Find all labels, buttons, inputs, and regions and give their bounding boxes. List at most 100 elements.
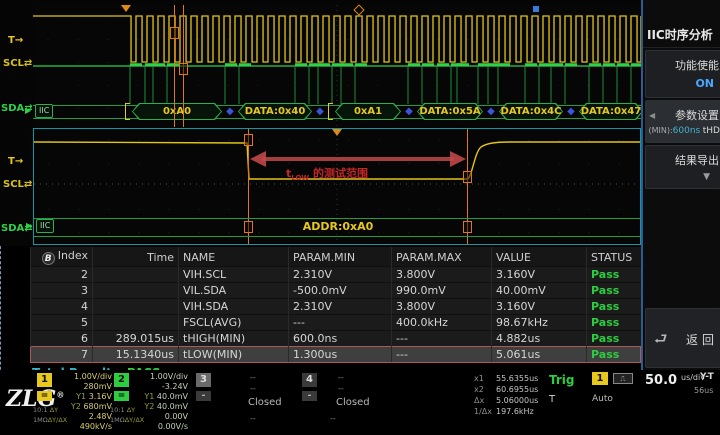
b-cursor-badge: B — [42, 252, 55, 265]
table-row[interactable]: 2VIH.SCL2.310V3.800V3.160VPass — [31, 267, 641, 283]
cell-time — [93, 283, 179, 299]
ch4-state: Closed — [336, 397, 370, 408]
cell-index: 7 — [31, 347, 93, 363]
reference-marker-icon[interactable] — [533, 6, 539, 12]
menu-item-enable[interactable]: 功能使能 ON — [645, 50, 720, 98]
ch1-badge[interactable]: 1 — [37, 373, 52, 387]
cell-value: 40.00mV — [492, 283, 587, 299]
table-row[interactable]: 715.1340ustLOW(MIN)1.300us---5.061usPass — [31, 347, 641, 363]
table-row[interactable]: 4VIH.SDA2.310V3.800V3.160VPass — [31, 299, 641, 315]
cell-index: 5 — [31, 315, 93, 331]
table-header-row: BIndexTimeNAMEPARAM.MINPARAM.MAXVALUESTA… — [31, 247, 641, 267]
menu-item-params[interactable]: ◀ 参数设置 (MIN):600ns tHD — [645, 100, 720, 143]
cell-index: 6 — [31, 331, 93, 347]
oscilloscope-screen: T→ SCL⇄ SDA⇄ T→ SCL⇄ SDA⇄ ▶ IIC 0xA0◆DAT… — [0, 0, 720, 435]
trigger-position-icon[interactable] — [121, 5, 131, 12]
return-arrow-icon: ⮐ — [654, 329, 668, 354]
ch3-dash: -- — [250, 373, 256, 382]
results-table-area: BIndexTimeNAMEPARAM.MINPARAM.MAXVALUESTA… — [30, 247, 642, 380]
timebase-scale[interactable]: 50.0 — [645, 373, 677, 388]
iic-menu-panel: IIC时序分析 功能使能 ON ◀ 参数设置 (MIN):600ns tHD 结… — [643, 0, 720, 372]
cell-index: 3 — [31, 283, 93, 299]
export-label: 结果导出 — [646, 146, 720, 170]
trigger-status[interactable]: Trig — [549, 373, 575, 387]
enable-label: 功能使能 — [646, 51, 720, 75]
ch3-badge[interactable]: 3 — [196, 373, 211, 387]
back-button[interactable]: ⮐ 返回 — [645, 308, 720, 368]
back-label: 返回 — [686, 331, 718, 348]
ch3-dash: -- — [250, 384, 256, 393]
decode-segment[interactable]: 0xA1 — [335, 103, 401, 120]
ch4-dash: -- — [330, 414, 336, 423]
cell-time — [93, 267, 179, 283]
enable-value: ON — [646, 75, 720, 97]
bus-arrow-icon: ▶ — [25, 106, 31, 115]
cursor-handle[interactable] — [463, 171, 472, 183]
cell-name: FSCL(AVG) — [179, 315, 289, 331]
tlow-test-range-note: tLOW 的测试范围 — [286, 165, 368, 182]
cell-time: 289.015us — [93, 331, 179, 347]
table-body[interactable]: 2VIH.SCL2.310V3.800V3.160VPass3VIL.SDA-5… — [31, 267, 641, 363]
decode-segment[interactable]: 0xA0 — [132, 103, 222, 120]
cell-min: 600.0ns — [289, 331, 392, 347]
cell-status: Pass — [587, 331, 641, 347]
decode-segment-label: DATA:0x40 — [238, 103, 312, 120]
iic-decode-bus: ▶ IIC 0xA0◆DATA:0x40◆0xA1◆DATA:0x5A◆DATA… — [33, 101, 641, 123]
cursor-handle[interactable] — [244, 134, 253, 146]
cell-time — [93, 299, 179, 315]
cell-max: 400.0kHz — [392, 315, 492, 331]
cell-value: 4.882us — [492, 331, 587, 347]
decode-segment-label: 0xA0 — [132, 103, 222, 120]
ch4-coupling-icon: - — [302, 391, 317, 401]
trigger-mode: Auto — [592, 394, 613, 404]
cell-status: Pass — [587, 347, 641, 363]
ch2-readout: 1.00V/div-3.24V Y1 40.0mV Y2 40.0mV 0.00… — [130, 372, 188, 432]
decode-segment[interactable]: DATA:0x4C — [499, 103, 563, 120]
trigger-marker-label-1: T→ — [8, 35, 23, 46]
trigger-position-icon[interactable] — [332, 129, 342, 136]
cursor-x1-line[interactable] — [174, 5, 175, 127]
iic-addr-bus: ▶ IIC ADDR:0xA0 — [34, 217, 642, 239]
ch1-coupling-icon: = — [37, 391, 52, 401]
ch2-coupling-icon: = — [114, 391, 129, 401]
table-row[interactable]: 5FSCL(AVG)---400.0kHz98.67kHzPass — [31, 315, 641, 331]
cell-name: VIH.SCL — [179, 267, 289, 283]
cursor-handle[interactable] — [179, 63, 188, 75]
decode-segment[interactable]: DATA:0x5A — [417, 103, 483, 120]
column-header: PARAM.MIN — [289, 247, 392, 267]
cell-time — [93, 315, 179, 331]
decode-segment[interactable]: DATA:0x47 — [579, 103, 643, 120]
ack-diamond-icon: ◆ — [315, 106, 325, 117]
cell-min: 2.310V — [289, 299, 392, 315]
cell-value: 3.160V — [492, 299, 587, 315]
timing-results-table[interactable]: BIndexTimeNAMEPARAM.MINPARAM.MAXVALUESTA… — [30, 247, 641, 363]
trigger-source-badge[interactable]: 1 — [592, 372, 608, 385]
status-bar: ZLG® 1 = 10:1 ΔY 1MΩΔY/ΔX 1.00V/div280mV… — [0, 370, 720, 435]
trigger-marker-label-2: T→ — [8, 156, 23, 167]
ack-diamond-icon: ◆ — [486, 106, 496, 117]
cell-name: tHIGH(MIN) — [179, 331, 289, 347]
cell-value: 3.160V — [492, 267, 587, 283]
cell-max: 3.800V — [392, 299, 492, 315]
params-label: 参数设置 — [646, 101, 720, 125]
ch2-badge[interactable]: 2 — [114, 373, 129, 387]
menu-item-export[interactable]: 结果导出 ▼ — [645, 145, 720, 189]
ch4-badge[interactable]: 4 — [302, 373, 317, 387]
cursor-handle[interactable] — [170, 27, 179, 39]
timebase-delay: 56us — [694, 386, 713, 395]
cell-name: VIL.SDA — [179, 283, 289, 299]
ch4-dash: -- — [338, 384, 344, 393]
table-row[interactable]: 3VIL.SDA-500.0mV990.0mV40.00mVPass — [31, 283, 641, 299]
waveform-panel-main: ▶ IIC 0xA0◆DATA:0x40◆0xA1◆DATA:0x5A◆DATA… — [33, 5, 641, 127]
cell-max: 990.0mV — [392, 283, 492, 299]
decode-segment-label: DATA:0x4C — [499, 103, 563, 120]
cell-name: tLOW(MIN) — [179, 347, 289, 363]
trigger-edge-icon: ⎍ — [613, 373, 633, 384]
cell-max: --- — [392, 347, 492, 363]
decode-segment-label: DATA:0x47 — [579, 103, 643, 120]
column-header: Time — [93, 247, 179, 267]
table-row[interactable]: 6289.015ustHIGH(MIN)600.0ns---4.882usPas… — [31, 331, 641, 347]
column-header: PARAM.MAX — [392, 247, 492, 267]
cell-status: Pass — [587, 283, 641, 299]
decode-segment[interactable]: DATA:0x40 — [238, 103, 312, 120]
